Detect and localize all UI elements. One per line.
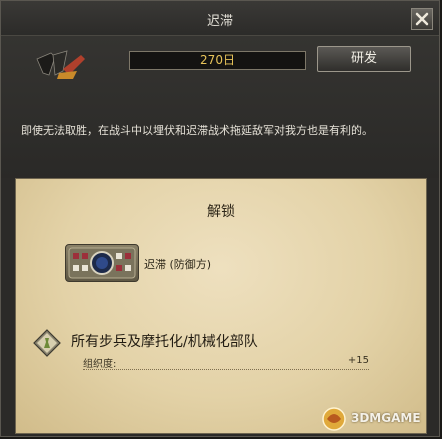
unit-group-title: 所有步兵及摩托化/机械化部队 bbox=[71, 334, 258, 350]
watermark: 3DMGAME bbox=[319, 405, 431, 433]
tactic-card-icon bbox=[65, 244, 139, 282]
close-button[interactable] bbox=[411, 8, 433, 30]
research-days-field: 270日 bbox=[129, 51, 306, 70]
research-button[interactable]: 研发 bbox=[317, 46, 411, 72]
window-title: 迟滞 bbox=[206, 14, 233, 29]
stat-value: +15 bbox=[347, 355, 369, 366]
tactic-label: 迟滞 (防御方) bbox=[144, 258, 212, 271]
title-bar: 迟滞 bbox=[1, 1, 439, 36]
stat-row: 组织度: +15 bbox=[83, 355, 369, 370]
unit-diamond-icon bbox=[33, 329, 61, 357]
close-icon bbox=[415, 12, 429, 26]
division-emblem-icon bbox=[36, 50, 85, 79]
stat-name: 组织度: bbox=[83, 359, 117, 370]
tech-window: 迟滞 270日 研发 即使无法取胜，在战斗中以埋伏和迟滞战术拖延敌军对我方也是有… bbox=[0, 0, 440, 437]
unlock-title: 解锁 bbox=[207, 204, 235, 220]
3dm-logo-icon bbox=[322, 407, 346, 431]
watermark-text: 3DMGAME bbox=[351, 411, 421, 425]
unlock-panel: 解锁 迟滞 (防御方) 所有步兵及摩托化/机械化部队 组织度: +15 bbox=[15, 178, 427, 434]
tech-description: 即使无法取胜，在战斗中以埋伏和迟滞战术拖延敌军对我方也是有利的。 bbox=[21, 124, 373, 137]
